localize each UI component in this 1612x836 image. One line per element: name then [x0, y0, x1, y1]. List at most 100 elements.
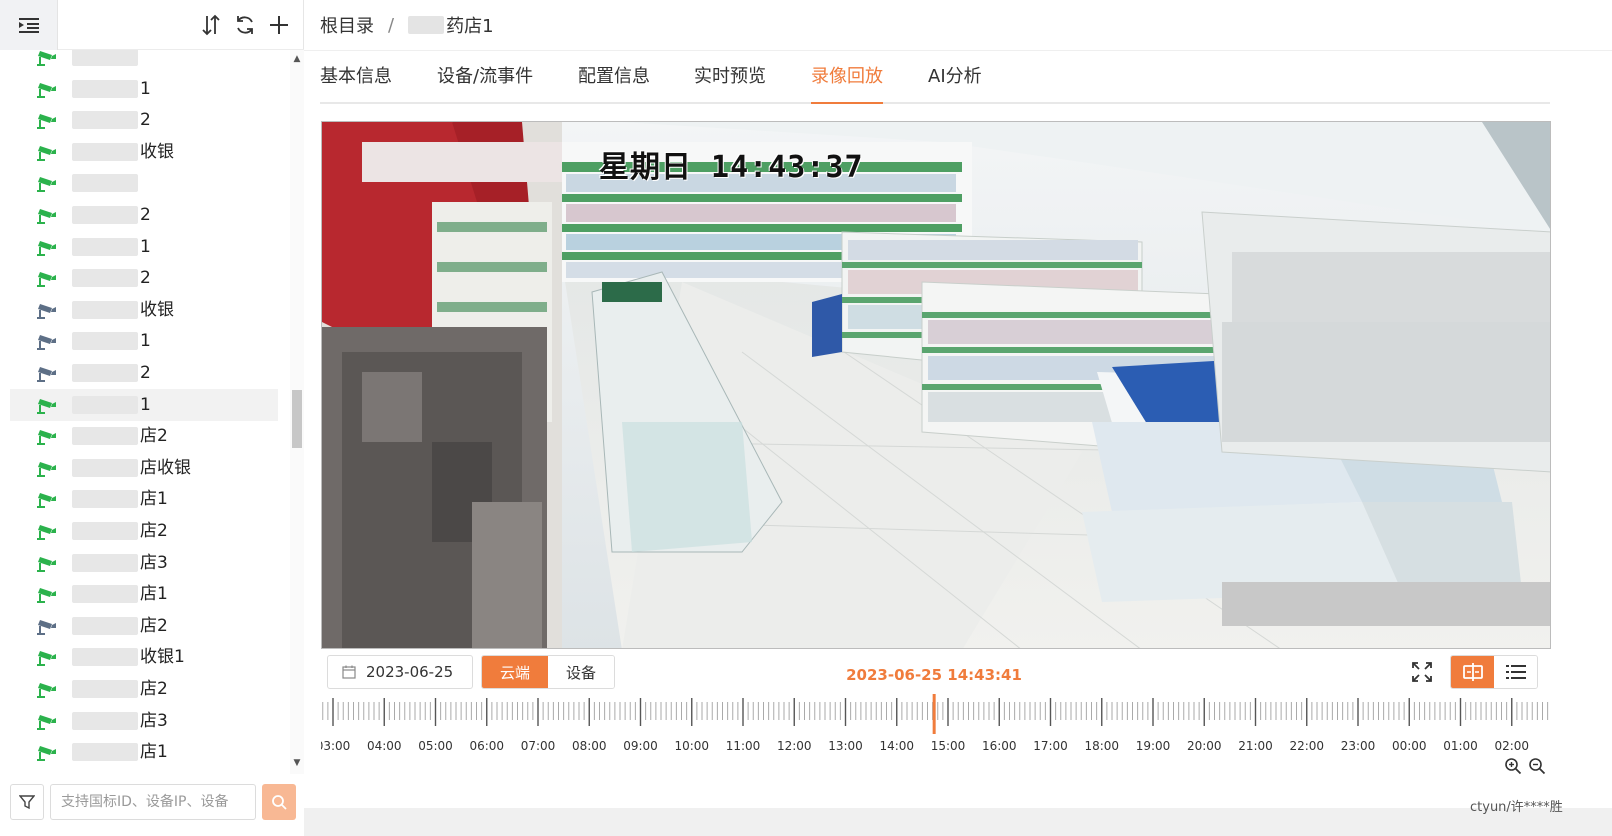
tree-item[interactable]: 1 [10, 388, 278, 421]
tree-item[interactable]: 1 [10, 231, 278, 263]
camera-icon [37, 430, 56, 446]
tab-recording-playback[interactable]: 录像回放 [811, 52, 883, 104]
redacted-mask [72, 142, 138, 161]
timeline-hour-label: 15:00 [931, 739, 966, 753]
tree-item-label: 收银 [72, 136, 174, 168]
redacted-mask [72, 743, 138, 762]
timeline-hour-label: 03:00 [321, 739, 350, 753]
redacted-mask [72, 427, 138, 446]
menu-indent-icon [18, 18, 39, 33]
redacted-mask [72, 648, 138, 667]
tree-item[interactable] [10, 50, 278, 73]
app-root: 1 2 收银 2 1 2 收银 1 2 1 店2 店收银 店1 店2 店3 店1 店2 收银1 店2 店3 店1 ▲ ▼ [0, 0, 1612, 836]
calendar-icon [342, 665, 356, 679]
scroll-thumb[interactable] [292, 390, 302, 448]
tree-item[interactable]: 1 [10, 325, 278, 357]
tree-item[interactable]: 收银 [10, 136, 278, 168]
tab-live-preview[interactable]: 实时预览 [694, 52, 766, 102]
tree-item[interactable]: 2 [10, 357, 278, 389]
redacted-mask [72, 174, 138, 193]
timeline-hour-label: 22:00 [1289, 739, 1324, 753]
timeline-labels: 03:00 04:00 05:00 06:00 07:00 08:00 09:00 10:00… [321, 739, 1529, 753]
redacted-mask [72, 79, 138, 98]
tree-item[interactable]: 店2 [10, 610, 278, 642]
breadcrumb-root[interactable]: 根目录 [320, 12, 374, 38]
tab-device-stream-events[interactable]: 设备/流事件 [437, 52, 533, 102]
tree-item[interactable]: 2 [10, 262, 278, 294]
source-device-button[interactable]: 设备 [548, 656, 614, 688]
redacted-mask [72, 364, 138, 382]
store-camera-frame [322, 122, 1550, 648]
date-value: 2023-06-25 [366, 663, 454, 681]
scroll-down-arrow[interactable]: ▼ [290, 756, 304, 770]
tab-config-info[interactable]: 配置信息 [578, 52, 650, 102]
redacted-mask [72, 585, 138, 604]
timeline-hour-label: 02:00 [1494, 739, 1529, 753]
date-picker[interactable]: 2023-06-25 [327, 655, 473, 689]
main-panel: 根目录 / 药店1 基本信息 设备/流事件 配置信息 实时预览 录像回放 AI分… [304, 0, 1612, 836]
tree-item-label: 1 [72, 73, 151, 105]
tree-item[interactable]: 店2 [10, 673, 278, 705]
camera-icon [37, 335, 56, 351]
timeline-hour-label: 17:00 [1033, 739, 1068, 753]
tree-item[interactable]: 店1 [10, 578, 278, 610]
tab-basic-info[interactable]: 基本信息 [320, 52, 392, 102]
tree-item[interactable]: 店3 [10, 705, 278, 737]
tree-item[interactable]: 店2 [10, 420, 278, 452]
camera-icon [37, 746, 56, 762]
camera-icon [37, 651, 56, 667]
add-button[interactable] [266, 12, 292, 38]
tree-item[interactable] [10, 167, 278, 199]
zoom-out-icon[interactable] [1528, 757, 1546, 775]
zoom-in-icon[interactable] [1504, 757, 1522, 775]
filter-button[interactable] [10, 784, 44, 820]
tab-ai-analysis[interactable]: AI分析 [928, 52, 982, 102]
device-search-input[interactable] [50, 784, 256, 820]
timeline-hour-label: 19:00 [1136, 739, 1171, 753]
tree-item[interactable]: 店收银 [10, 452, 278, 484]
video-player[interactable]: 星期日 14:43:37 [321, 121, 1551, 649]
playback-timeline[interactable]: 03:00 04:00 05:00 06:00 07:00 08:00 09:00 10:00… [321, 694, 1551, 756]
fullscreen-icon [1412, 662, 1432, 682]
tree-item[interactable]: 收银1 [10, 641, 278, 673]
search-button[interactable] [262, 784, 296, 820]
search-icon [272, 795, 287, 810]
scroll-up-arrow[interactable]: ▲ [290, 52, 304, 66]
sort-button[interactable] [198, 12, 224, 38]
camera-icon [37, 493, 56, 509]
device-tree: 1 2 收银 2 1 2 收银 1 2 1 店2 店收银 店1 店2 店3 店1 店2 收银1 店2 店3 店1 [0, 50, 290, 774]
timeline-view-icon [1462, 663, 1483, 681]
source-cloud-button[interactable]: 云端 [482, 656, 548, 688]
refresh-button[interactable] [232, 12, 258, 38]
view-mode-group [1450, 655, 1538, 689]
tree-item[interactable]: 店1 [10, 736, 278, 768]
tree-item[interactable]: 2 [10, 104, 278, 136]
timeline-hour-label: 08:00 [572, 739, 607, 753]
tree-item-label: 店1 [72, 736, 168, 768]
redacted-mask [72, 332, 138, 351]
breadcrumb-separator: / [388, 14, 395, 36]
timeline-hour-label: 14:00 [879, 739, 914, 753]
sort-icon [202, 14, 220, 36]
menu-toggle-button[interactable] [0, 0, 58, 50]
tree-item[interactable]: 店3 [10, 547, 278, 579]
timeline-hour-label: 16:00 [982, 739, 1017, 753]
camera-icon [37, 461, 56, 477]
timeline-hour-label: 00:00 [1392, 739, 1427, 753]
tree-item[interactable]: 1 [10, 73, 278, 105]
sidebar-header [0, 0, 304, 50]
tree-item[interactable]: 收银 [10, 294, 278, 326]
timeline-view-button[interactable] [1451, 656, 1494, 688]
breadcrumb: 根目录 / 药店1 [320, 0, 494, 50]
camera-icon [37, 398, 56, 414]
tree-item[interactable]: 店1 [10, 483, 278, 515]
list-view-button[interactable] [1494, 656, 1537, 688]
camera-icon [37, 240, 56, 256]
tree-scrollbar[interactable]: ▲ ▼ [290, 50, 304, 774]
tree-item-label: 收银 [72, 294, 174, 326]
timeline-hour-label: 10:00 [674, 739, 709, 753]
camera-icon [37, 145, 56, 161]
tree-item[interactable]: 店2 [10, 515, 278, 547]
tree-item[interactable]: 2 [10, 199, 278, 231]
fullscreen-button[interactable] [1410, 660, 1434, 684]
